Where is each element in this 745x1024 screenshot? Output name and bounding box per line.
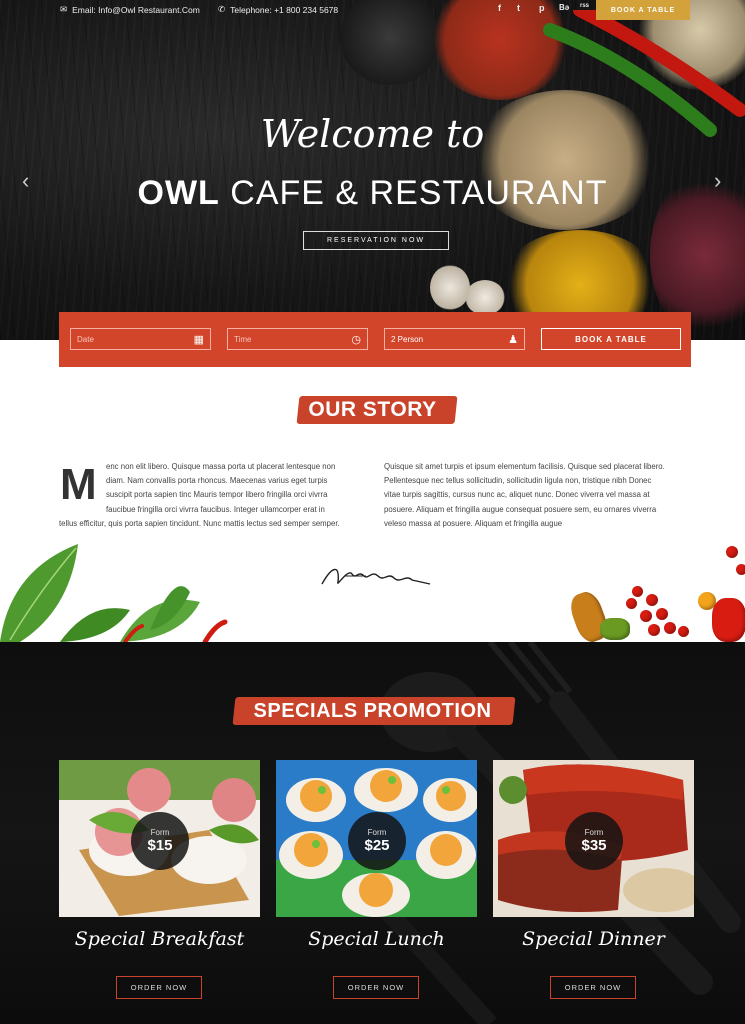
- date-field[interactable]: Date ▦: [70, 328, 211, 350]
- story-column-1: enc non elit libero. Quisque massa porta…: [59, 460, 376, 531]
- time-placeholder: Time: [234, 334, 252, 344]
- calendar-icon: ▦: [193, 334, 204, 346]
- story-line: faucibue fringilla orci vivrra faucibus.…: [106, 504, 325, 514]
- specials-section: SPECIALS PROMOTION Form $15 Form $25 For…: [0, 642, 745, 1024]
- hero-title: OWL CAFE & RESTAURANT: [0, 174, 745, 213]
- vegetables-left-decoration: [0, 544, 228, 642]
- hero-section: ✉ Email: Info@Owl Restaurant.Com ✆ Telep…: [0, 0, 745, 340]
- story-line: posuere. Aliquam et fringilla augue cons…: [384, 504, 657, 514]
- price-label: Form: [150, 828, 170, 837]
- persons-value: 2 Person: [391, 334, 424, 344]
- pinterest-icon[interactable]: p: [539, 3, 545, 13]
- hero-title-rest: CAFE & RESTAURANT: [230, 174, 608, 212]
- behance-icon[interactable]: Bə: [559, 3, 569, 12]
- order-now-button-dinner[interactable]: ORDER NOW: [550, 976, 636, 999]
- phone-icon: ✆: [218, 4, 226, 14]
- phone-contact[interactable]: ✆ Telephone: +1 800 234 5678: [218, 4, 338, 15]
- email-text: Email: Info@Owl Restaurant.Com: [72, 4, 200, 15]
- special-card-lunch[interactable]: Form $25: [276, 760, 477, 917]
- email-contact[interactable]: ✉ Email: Info@Owl Restaurant.Com: [60, 4, 200, 15]
- user-icon: ♟: [508, 334, 518, 346]
- booking-form: Date ▦ Time ◷ 2 Person ♟ BOOK A TABLE: [59, 312, 691, 367]
- dish-name-breakfast: Special Breakfast: [74, 928, 245, 950]
- clock-icon: ◷: [351, 334, 361, 346]
- story-line: veleso massa at posuere. Aliquam et frin…: [384, 518, 563, 528]
- story-line: suscipit porta sapien tinc Mauris tempor…: [106, 490, 328, 500]
- hero-title-bold: OWL: [137, 174, 220, 212]
- specials-title: SPECIALS PROMOTION: [253, 700, 492, 722]
- special-card-breakfast[interactable]: Form $15: [59, 760, 260, 917]
- price-value: $35: [581, 837, 607, 854]
- time-field[interactable]: Time ◷: [227, 328, 368, 350]
- price-label: Form: [584, 828, 604, 837]
- story-line: vitae turpis sagittis, cursus nunc ac, a…: [384, 490, 650, 500]
- story-line: enc non elit libero. Quisque massa porta…: [106, 462, 336, 471]
- book-table-button[interactable]: BOOK A TABLE: [541, 328, 681, 350]
- story-title: OUR STORY: [308, 398, 437, 421]
- persons-field[interactable]: 2 Person ♟: [384, 328, 525, 350]
- signature-image: [321, 568, 431, 585]
- price-label: Form: [367, 828, 387, 837]
- story-column-2: Quisque sit amet turpis et ipsum element…: [384, 460, 704, 531]
- story-line: Quisque sit amet turpis et ipsum element…: [384, 462, 665, 471]
- story-line: tellus efficitur, quis porta sapien tinc…: [59, 518, 340, 528]
- price-badge: Form $35: [565, 812, 623, 870]
- twitter-icon[interactable]: t: [517, 3, 520, 13]
- special-card-dinner[interactable]: Form $35: [493, 760, 694, 917]
- price-value: $15: [147, 837, 173, 854]
- price-badge: Form $25: [348, 812, 406, 870]
- book-table-top-button[interactable]: BOOK A TABLE: [596, 0, 690, 20]
- date-placeholder: Date: [77, 334, 94, 344]
- hero-welcome-script: Welcome to: [260, 112, 485, 156]
- top-bar: ✉ Email: Info@Owl Restaurant.Com ✆ Telep…: [0, 0, 745, 20]
- price-value: $25: [364, 837, 390, 854]
- order-now-button-lunch[interactable]: ORDER NOW: [333, 976, 419, 999]
- price-badge: Form $15: [131, 812, 189, 870]
- order-now-button-breakfast[interactable]: ORDER NOW: [116, 976, 202, 999]
- story-line: diam. Nam convallis porta rhoncus. Maece…: [106, 476, 328, 486]
- envelope-icon: ✉: [60, 4, 68, 14]
- reservation-now-button[interactable]: RESERVATION NOW: [303, 231, 449, 250]
- facebook-icon[interactable]: f: [498, 3, 501, 13]
- dropcap: M: [60, 460, 97, 509]
- story-section: OUR STORY M enc non elit libero. Quisque…: [0, 340, 745, 642]
- phone-text: Telephone: +1 800 234 5678: [230, 4, 339, 15]
- dish-name-dinner: Special Dinner: [522, 928, 665, 950]
- story-line: Pellentesque nec tellus sollicitudin, so…: [384, 476, 652, 486]
- rss-icon[interactable]: rss: [580, 3, 589, 9]
- dish-name-lunch: Special Lunch: [308, 928, 445, 950]
